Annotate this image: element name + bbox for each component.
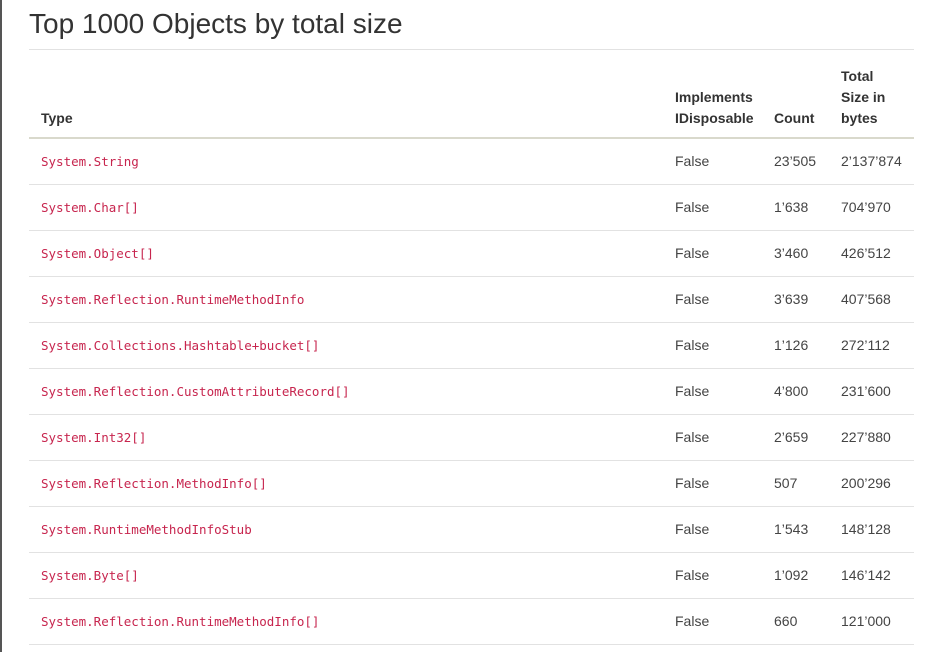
disposable-cell: False (663, 414, 762, 461)
size-cell: 704’970 (829, 184, 914, 231)
count-cell: 4’800 (762, 368, 829, 415)
count-cell: 3’639 (762, 276, 829, 323)
column-header-type-label: Type (41, 110, 73, 126)
column-header-size-line1: Total (841, 68, 874, 84)
count-cell: 507 (762, 460, 829, 507)
size-cell: 231’600 (829, 368, 914, 415)
table-row: System.Reflection.RuntimeMethodInfo False… (29, 276, 914, 323)
table-header: Type Implements IDisposable Count Total … (29, 50, 914, 139)
table-body: System.String False 23’505 2’137’874 System.… (29, 138, 914, 645)
column-header-implements-line1: Implements (675, 89, 753, 105)
size-cell: 200’296 (829, 460, 914, 507)
count-cell: 1’638 (762, 184, 829, 231)
table-row: System.RuntimeMethodInfoStub False 1’543 14… (29, 506, 914, 553)
size-cell: 407’568 (829, 276, 914, 323)
table-row: System.Int32[] False 2’659 227’880 (29, 414, 914, 461)
table-row: System.Object[] False 3’460 426’512 (29, 230, 914, 277)
table-row: System.Char[] False 1’638 704’970 (29, 184, 914, 231)
size-cell: 272’112 (829, 322, 914, 369)
disposable-cell: False (663, 506, 762, 553)
column-header-implements-line2: IDisposable (675, 110, 754, 126)
objects-table: Type Implements IDisposable Count Total … (29, 50, 914, 645)
column-header-size-line2: Size in (841, 89, 886, 105)
report-section: Top 1000 Objects by total size Type Impl… (29, 0, 914, 645)
size-cell: 426’512 (829, 230, 914, 277)
disposable-cell: False (663, 322, 762, 369)
count-cell: 660 (762, 598, 829, 645)
disposable-cell: False (663, 368, 762, 415)
size-cell: 148’128 (829, 506, 914, 553)
column-header-type[interactable]: Type (29, 50, 663, 139)
disposable-cell: False (663, 138, 762, 185)
table-row: System.Collections.Hashtable+bucket[] Fal… (29, 322, 914, 369)
table-row: System.Reflection.CustomAttributeRecord[… (29, 368, 914, 415)
disposable-cell: False (663, 276, 762, 323)
count-cell: 3’460 (762, 230, 829, 277)
type-cell: System.Reflection.MethodInfo[] (29, 460, 663, 507)
table-row: System.String False 23’505 2’137’874 (29, 138, 914, 185)
column-header-size-line3: bytes (841, 110, 878, 126)
disposable-cell: False (663, 230, 762, 277)
table-row: System.Byte[] False 1’092 146’142 (29, 552, 914, 599)
type-cell: System.Char[] (29, 184, 663, 231)
size-cell: 121’000 (829, 598, 914, 645)
type-cell: System.Reflection.CustomAttributeRecord[… (29, 368, 663, 415)
type-cell: System.Object[] (29, 230, 663, 277)
count-cell: 23’505 (762, 138, 829, 185)
table-row: System.Reflection.RuntimeMethodInfo[] Fal… (29, 598, 914, 645)
size-cell: 227’880 (829, 414, 914, 461)
table-row: System.Reflection.MethodInfo[] False 507 20… (29, 460, 914, 507)
disposable-cell: False (663, 598, 762, 645)
column-header-implements-idisposable[interactable]: Implements IDisposable (663, 50, 762, 139)
type-cell: System.Reflection.RuntimeMethodInfo[] (29, 598, 663, 645)
type-cell: System.String (29, 138, 663, 185)
size-cell: 2’137’874 (829, 138, 914, 185)
type-cell: System.Int32[] (29, 414, 663, 461)
column-header-count[interactable]: Count (762, 50, 829, 139)
count-cell: 2’659 (762, 414, 829, 461)
column-header-count-label: Count (774, 110, 815, 126)
column-header-total-size[interactable]: Total Size in bytes (829, 50, 914, 139)
disposable-cell: False (663, 184, 762, 231)
type-cell: System.Collections.Hashtable+bucket[] (29, 322, 663, 369)
page-title: Top 1000 Objects by total size (29, 0, 914, 50)
count-cell: 1’543 (762, 506, 829, 553)
disposable-cell: False (663, 460, 762, 507)
window-left-border (0, 0, 2, 652)
type-cell: System.Byte[] (29, 552, 663, 599)
disposable-cell: False (663, 552, 762, 599)
table-header-row: Type Implements IDisposable Count Total … (29, 50, 914, 139)
type-cell: System.Reflection.RuntimeMethodInfo (29, 276, 663, 323)
count-cell: 1’126 (762, 322, 829, 369)
count-cell: 1’092 (762, 552, 829, 599)
size-cell: 146’142 (829, 552, 914, 599)
type-cell: System.RuntimeMethodInfoStub (29, 506, 663, 553)
